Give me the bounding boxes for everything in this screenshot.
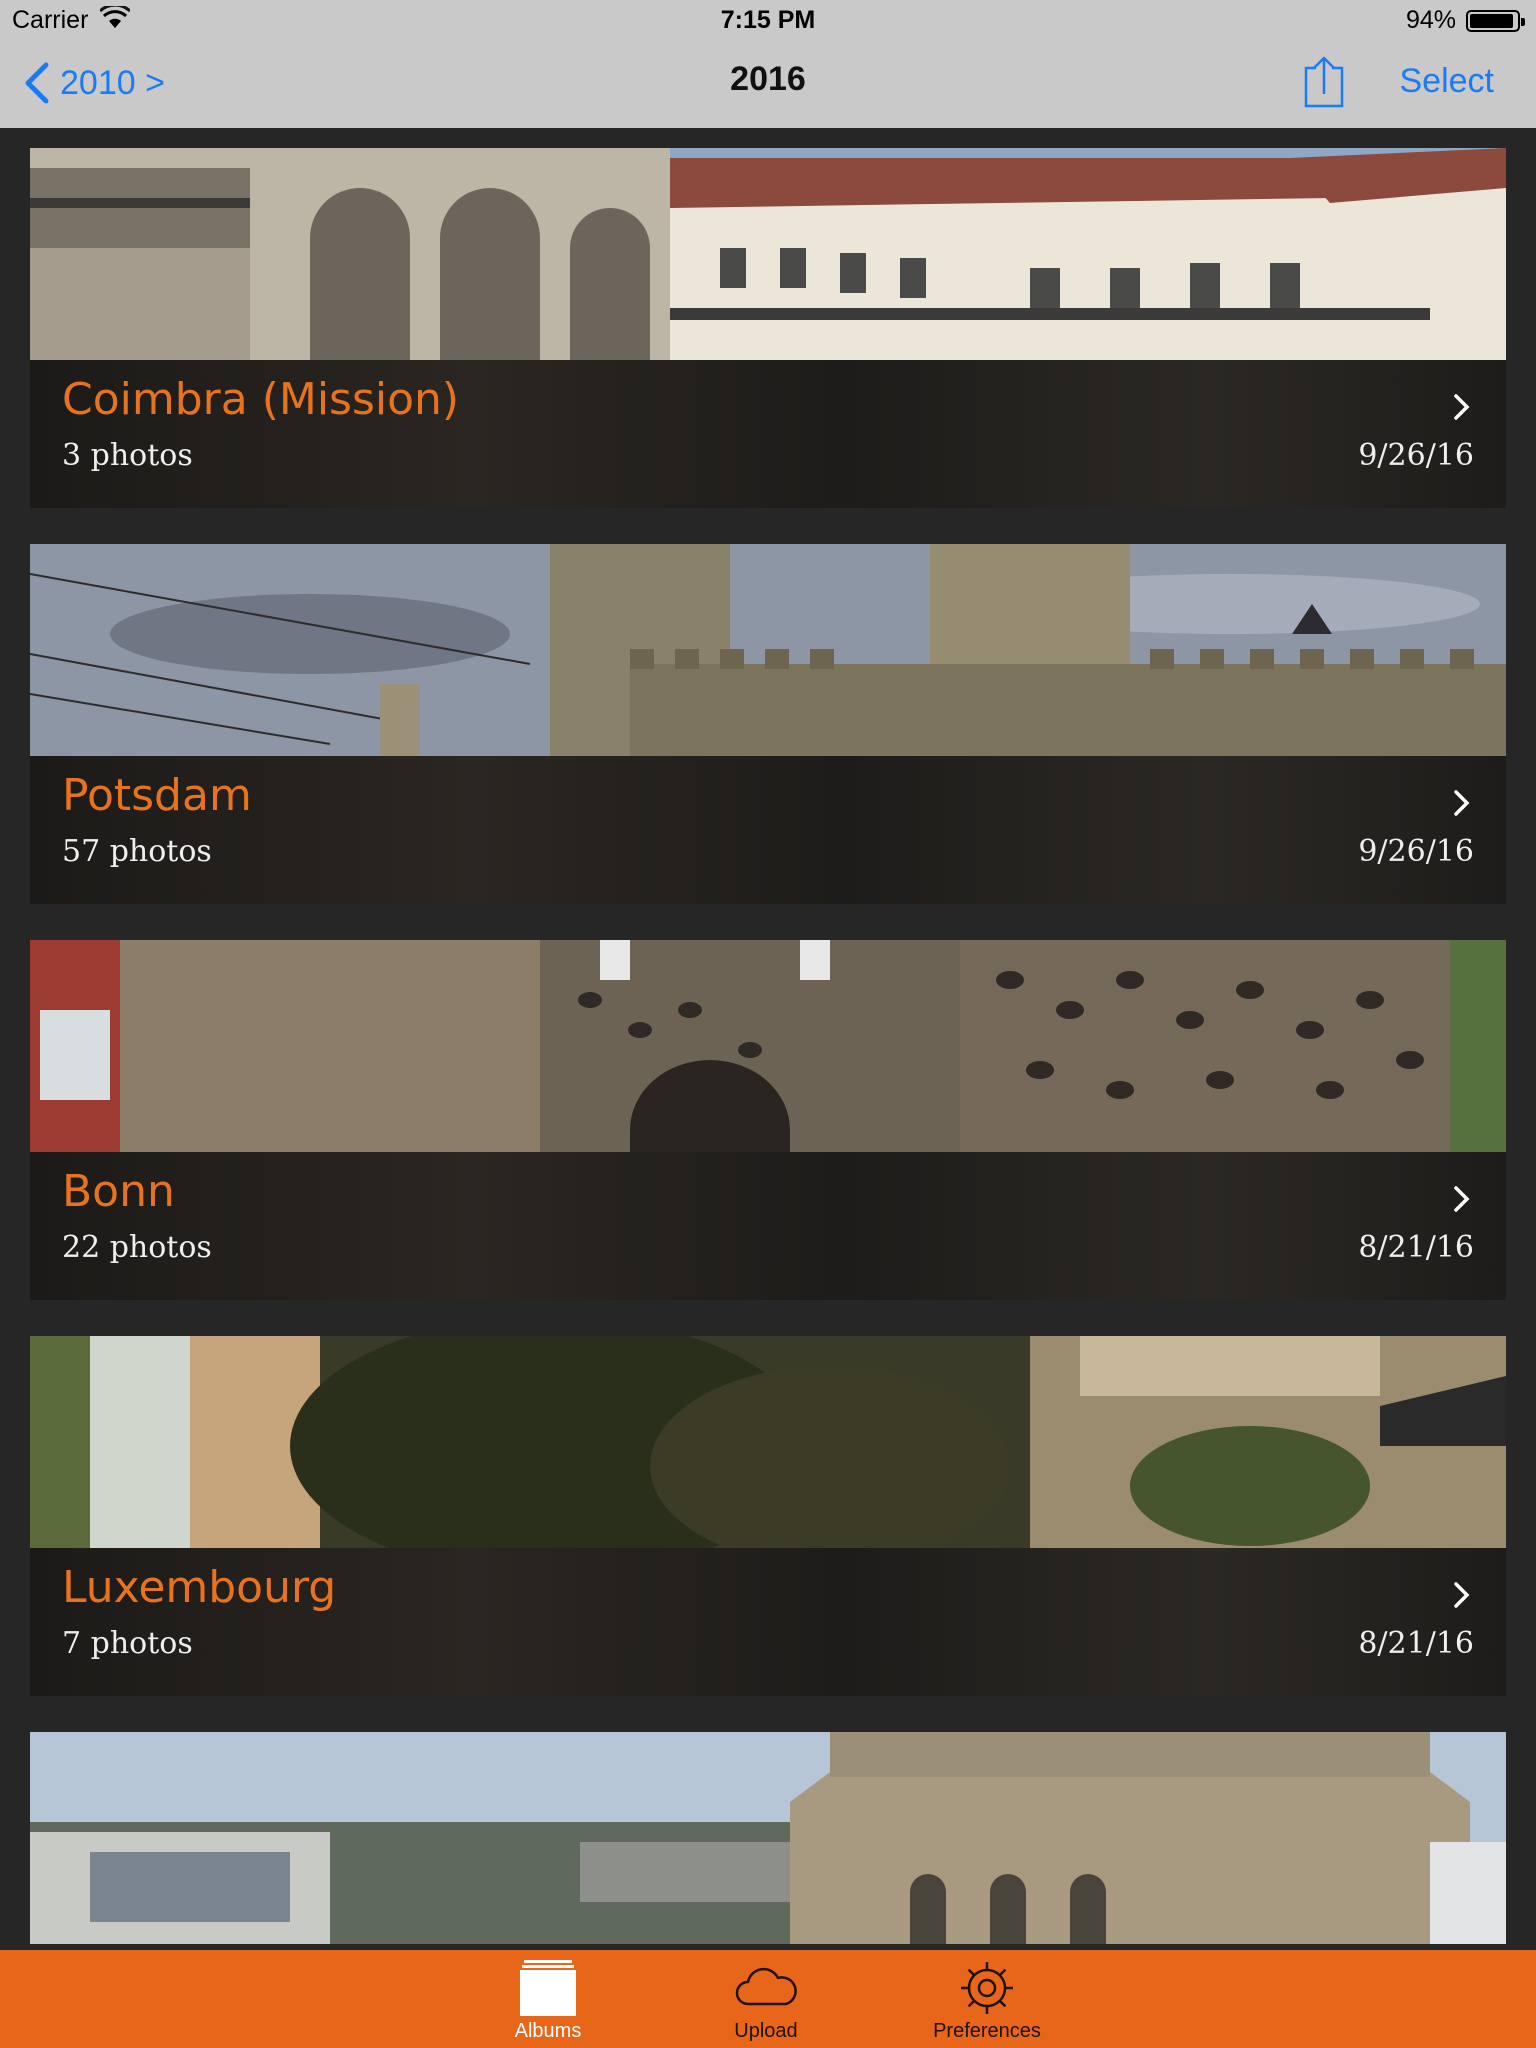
album-date: 8/21/16 bbox=[1358, 1230, 1474, 1265]
album-info: Luxembourg 7 photos 8/21/16 bbox=[30, 1548, 1506, 1696]
album-date: 8/21/16 bbox=[1358, 1626, 1474, 1661]
tab-label: Preferences bbox=[933, 2020, 1041, 2042]
album-info: Bonn 22 photos 8/21/16 bbox=[30, 1152, 1506, 1300]
album-cover-photo bbox=[30, 940, 1506, 1152]
albums-icon bbox=[520, 1960, 576, 2016]
chevron-right-icon bbox=[1454, 1582, 1470, 1608]
album-list: Coimbra (Mission) 3 photos 9/26/16 Potsd… bbox=[0, 128, 1536, 1950]
battery-percent: 94% bbox=[1405, 6, 1456, 34]
chevron-right-icon bbox=[1454, 790, 1470, 816]
top-bar: Carrier 7:15 PM 94% 2010 > 2016 Select bbox=[0, 0, 1536, 128]
chevron-right-icon bbox=[1454, 394, 1470, 420]
album-photo-count: 7 photos bbox=[62, 1626, 193, 1661]
album-card-coimbra[interactable]: Coimbra (Mission) 3 photos 9/26/16 bbox=[30, 148, 1506, 508]
tab-bar: Albums Upload Preferences bbox=[0, 1950, 1536, 2048]
album-photo-count: 3 photos bbox=[62, 438, 193, 473]
select-button[interactable]: Select bbox=[1400, 62, 1495, 101]
album-card-luxembourg[interactable]: Luxembourg 7 photos 8/21/16 bbox=[30, 1336, 1506, 1696]
album-card-bonn[interactable]: Bonn 22 photos 8/21/16 bbox=[30, 940, 1506, 1300]
album-info: Coimbra (Mission) 3 photos 9/26/16 bbox=[30, 360, 1506, 508]
gear-icon bbox=[961, 1962, 1013, 2014]
album-card-potsdam[interactable]: Potsdam 57 photos 9/26/16 bbox=[30, 544, 1506, 904]
album-date: 9/26/16 bbox=[1358, 834, 1474, 869]
album-title: Luxembourg bbox=[62, 1562, 337, 1613]
album-cover-photo bbox=[30, 1336, 1506, 1548]
album-cover-photo bbox=[30, 544, 1506, 756]
share-icon[interactable] bbox=[1302, 54, 1346, 110]
tab-label: Albums bbox=[514, 2020, 582, 2042]
status-bar: Carrier 7:15 PM 94% bbox=[0, 0, 1536, 40]
album-photo-count: 22 photos bbox=[62, 1230, 212, 1265]
tab-upload[interactable]: Upload bbox=[676, 1950, 856, 2048]
tab-albums[interactable]: Albums bbox=[458, 1950, 638, 2048]
album-title: Bonn bbox=[62, 1166, 175, 1217]
album-date: 9/26/16 bbox=[1358, 438, 1474, 473]
album-title: Potsdam bbox=[62, 770, 252, 821]
tab-preferences[interactable]: Preferences bbox=[897, 1950, 1077, 2048]
album-card-partial[interactable] bbox=[30, 1732, 1506, 1950]
battery-nub bbox=[1521, 18, 1525, 26]
navigation-bar: 2010 > 2016 Select bbox=[0, 40, 1536, 128]
chevron-right-icon bbox=[1454, 1186, 1470, 1212]
album-title: Coimbra (Mission) bbox=[62, 374, 460, 425]
battery-level bbox=[1470, 14, 1513, 28]
album-info: Potsdam 57 photos 9/26/16 bbox=[30, 756, 1506, 904]
tab-label: Upload bbox=[734, 2020, 798, 2042]
cloud-icon bbox=[735, 1967, 797, 2006]
album-photo-count: 57 photos bbox=[62, 834, 212, 869]
album-cover-photo bbox=[30, 1732, 1506, 1944]
album-cover-photo bbox=[30, 148, 1506, 360]
status-time: 7:15 PM bbox=[720, 6, 816, 34]
battery-icon bbox=[1466, 10, 1525, 32]
